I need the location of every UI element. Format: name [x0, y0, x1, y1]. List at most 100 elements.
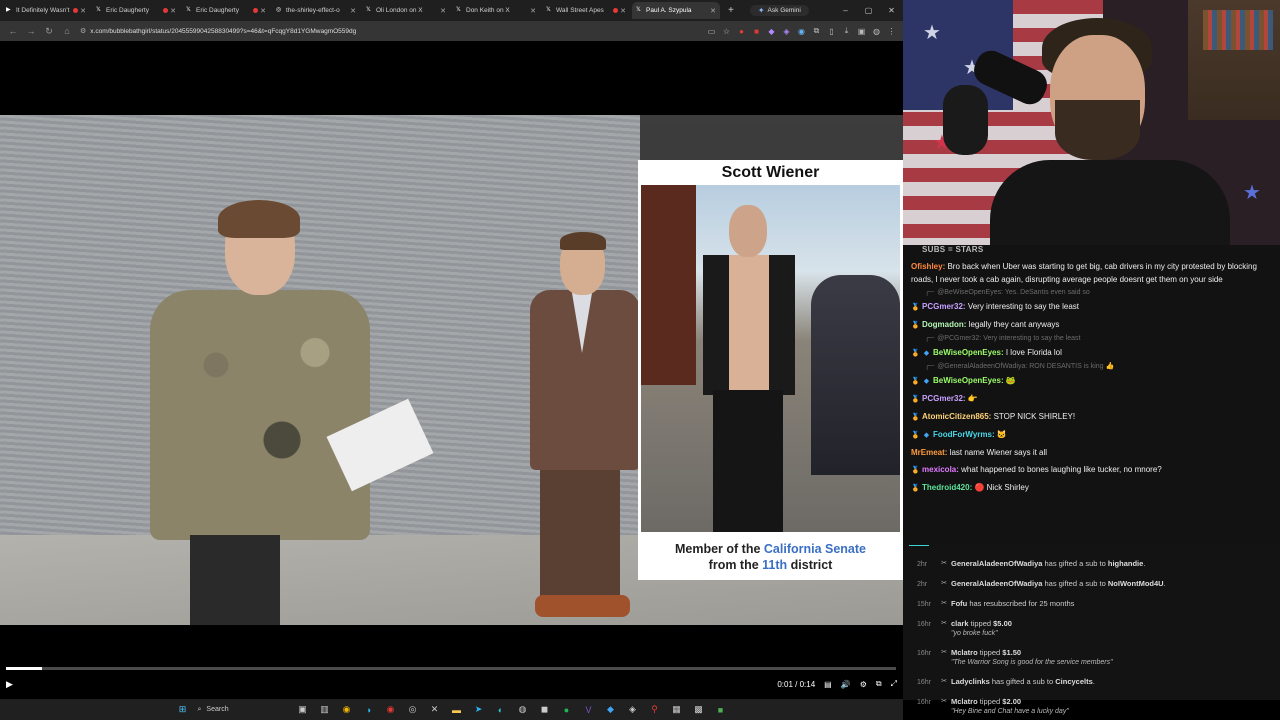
taskbar-search[interactable]: ⌕ Search: [198, 703, 288, 717]
xbox-icon[interactable]: ✕: [424, 704, 446, 715]
close-window-button[interactable]: ✕: [880, 6, 903, 15]
chat-author[interactable]: mexicola:: [922, 465, 959, 474]
chat-author[interactable]: AtomicCitizen865:: [922, 412, 991, 421]
chat-author[interactable]: PCGmer32:: [922, 394, 966, 403]
app-icon-4[interactable]: ◈: [622, 704, 644, 715]
minimize-button[interactable]: –: [834, 6, 857, 15]
browser-tab[interactable]: 𝕏 Paul A. Szypula ✕: [632, 2, 720, 19]
forward-icon[interactable]: →: [22, 26, 40, 36]
tab-groups-icon[interactable]: ▣: [854, 27, 869, 36]
extension-purple-icon[interactable]: ◆: [764, 27, 779, 36]
app-icon-3[interactable]: ◆: [600, 704, 622, 715]
home-icon[interactable]: ⌂: [58, 26, 76, 36]
tab-title: Paul A. Szypula: [646, 7, 692, 14]
task-view-icon[interactable]: ▣: [292, 704, 314, 715]
new-tab-button[interactable]: +: [728, 5, 734, 16]
volume-icon[interactable]: 🔊: [841, 680, 851, 689]
browser-tab[interactable]: 𝕏 Wall Street Apes ✕: [542, 2, 630, 19]
event-user[interactable]: GeneralAladeenOfWadiya: [951, 579, 1042, 588]
app-icon-5[interactable]: ▦: [666, 704, 688, 715]
chat-author[interactable]: Thedroid420:: [922, 483, 972, 492]
send-icon[interactable]: ➤: [468, 704, 490, 715]
extension-ad-icon[interactable]: ■: [749, 27, 764, 36]
event-user[interactable]: Mclatro: [951, 648, 978, 657]
browser-tab[interactable]: 𝕏 Oli London on X ✕: [362, 2, 450, 19]
chat-author[interactable]: BeWiseOpenEyes:: [933, 348, 1004, 357]
explorer-icon[interactable]: ▥: [314, 704, 336, 715]
browser-tab[interactable]: 𝕏 Don Keith on X ✕: [452, 2, 540, 19]
close-tab-icon[interactable]: ✕: [710, 7, 716, 15]
ask-gemini-button[interactable]: ✦ Ask Gemini: [749, 5, 809, 16]
close-tab-icon[interactable]: ✕: [620, 7, 626, 15]
gift-icon: ✂: [941, 678, 947, 685]
close-tab-icon[interactable]: ✕: [260, 7, 266, 15]
app-icon-1[interactable]: ◎: [402, 704, 424, 715]
folder-icon[interactable]: ▬: [446, 705, 468, 715]
caption-mid: from the: [708, 558, 763, 572]
play-icon[interactable]: ▶: [6, 679, 13, 690]
settings-icon[interactable]: ⚙: [860, 680, 867, 689]
back-icon[interactable]: ←: [4, 26, 22, 36]
event-user[interactable]: GeneralAladeenOfWadiya: [951, 559, 1042, 568]
event-text: Mclatro tipped $2.00 "Hey Bine and Chat h…: [951, 697, 1274, 717]
extensions-puzzle-icon[interactable]: ⧉: [809, 26, 824, 36]
browser-tab[interactable]: ▶ It Definitely Wasn't ✕: [2, 2, 90, 19]
browser-tab[interactable]: 𝕏 Eric Daugherty ✕: [92, 2, 180, 19]
close-tab-icon[interactable]: ✕: [80, 7, 86, 15]
extension-red-icon[interactable]: ●: [734, 27, 749, 36]
event-action: tipped: [977, 697, 1003, 706]
chat-author[interactable]: FoodForWyrms:: [933, 430, 995, 439]
close-tab-icon[interactable]: ✕: [440, 7, 446, 15]
maximize-button[interactable]: ▢: [857, 6, 880, 15]
chat-author[interactable]: Ofishley:: [911, 262, 945, 271]
event-user[interactable]: clark: [951, 619, 969, 628]
browser-tab[interactable]: 𝕏 Eric Daugherty ✕: [182, 2, 270, 19]
extension-blue-icon[interactable]: ◉: [794, 27, 809, 36]
screen-cast-icon[interactable]: ▭: [704, 27, 719, 36]
event-user[interactable]: Fofu: [951, 599, 967, 608]
edge-icon[interactable]: ◑: [358, 705, 380, 715]
bookmark-star-icon[interactable]: ☆: [719, 27, 734, 36]
obs-icon[interactable]: ◍: [512, 704, 534, 715]
chat-author[interactable]: BeWiseOpenEyes:: [933, 376, 1004, 385]
picture-in-picture-icon[interactable]: ⧉: [876, 679, 882, 689]
sub-badge-icon: ◆: [923, 378, 930, 385]
spotify-icon[interactable]: ●: [556, 705, 578, 715]
event-action: has gifted a sub to: [1042, 579, 1108, 588]
windows-start-icon[interactable]: ⊞: [172, 704, 194, 715]
fullscreen-icon[interactable]: ⤢: [891, 679, 897, 689]
site-info-icon[interactable]: ⚙: [80, 27, 86, 35]
chrome-icon[interactable]: ◉: [336, 704, 358, 715]
address-bar[interactable]: ⚙ x.com/bubblebathgirl/status/2045559904…: [80, 24, 640, 39]
chat-author[interactable]: PCGmer32:: [922, 302, 966, 311]
chrome-alt-icon[interactable]: ◉: [380, 704, 402, 715]
maps-icon[interactable]: ⚲: [644, 704, 666, 715]
chat-text: 🐱: [996, 430, 1007, 439]
epic-icon[interactable]: ◼: [534, 704, 556, 715]
sub-badge-icon: ◆: [923, 350, 930, 357]
profile-icon[interactable]: ◍: [869, 27, 884, 36]
video-progress-bar[interactable]: [6, 667, 896, 670]
close-tab-icon[interactable]: ✕: [350, 7, 356, 15]
app-icon-6[interactable]: ▩: [688, 704, 710, 715]
event-user[interactable]: Mclatro: [951, 697, 978, 706]
reload-icon[interactable]: ↻: [40, 26, 58, 37]
close-tab-icon[interactable]: ✕: [170, 7, 176, 15]
event-user[interactable]: Ladyclinks: [951, 677, 990, 686]
vegas-icon[interactable]: V: [578, 705, 600, 715]
app-icon-7[interactable]: ■: [710, 705, 732, 715]
captions-icon[interactable]: ▤: [824, 680, 832, 689]
chat-text: last name Wiener says it all: [949, 448, 1048, 457]
chrome-menu-icon[interactable]: ⋮: [884, 27, 899, 36]
chat-author[interactable]: Dogmadon:: [922, 320, 966, 329]
download-icon[interactable]: ⤓: [839, 26, 854, 36]
badge-icon: 🏅: [911, 304, 920, 311]
star-icon: ★: [923, 22, 941, 44]
browser-tab[interactable]: ◎ the-shirley-effect-o ✕: [272, 2, 360, 19]
chat-author[interactable]: MrEmeat:: [911, 448, 947, 457]
extension-twitch-icon[interactable]: ◈: [779, 27, 794, 36]
video-frame[interactable]: Scott Wiener Member of the California Se…: [0, 115, 903, 625]
close-tab-icon[interactable]: ✕: [530, 7, 536, 15]
app-icon-2[interactable]: ◐: [490, 705, 512, 715]
sidebar-icon[interactable]: ▯: [824, 27, 839, 36]
